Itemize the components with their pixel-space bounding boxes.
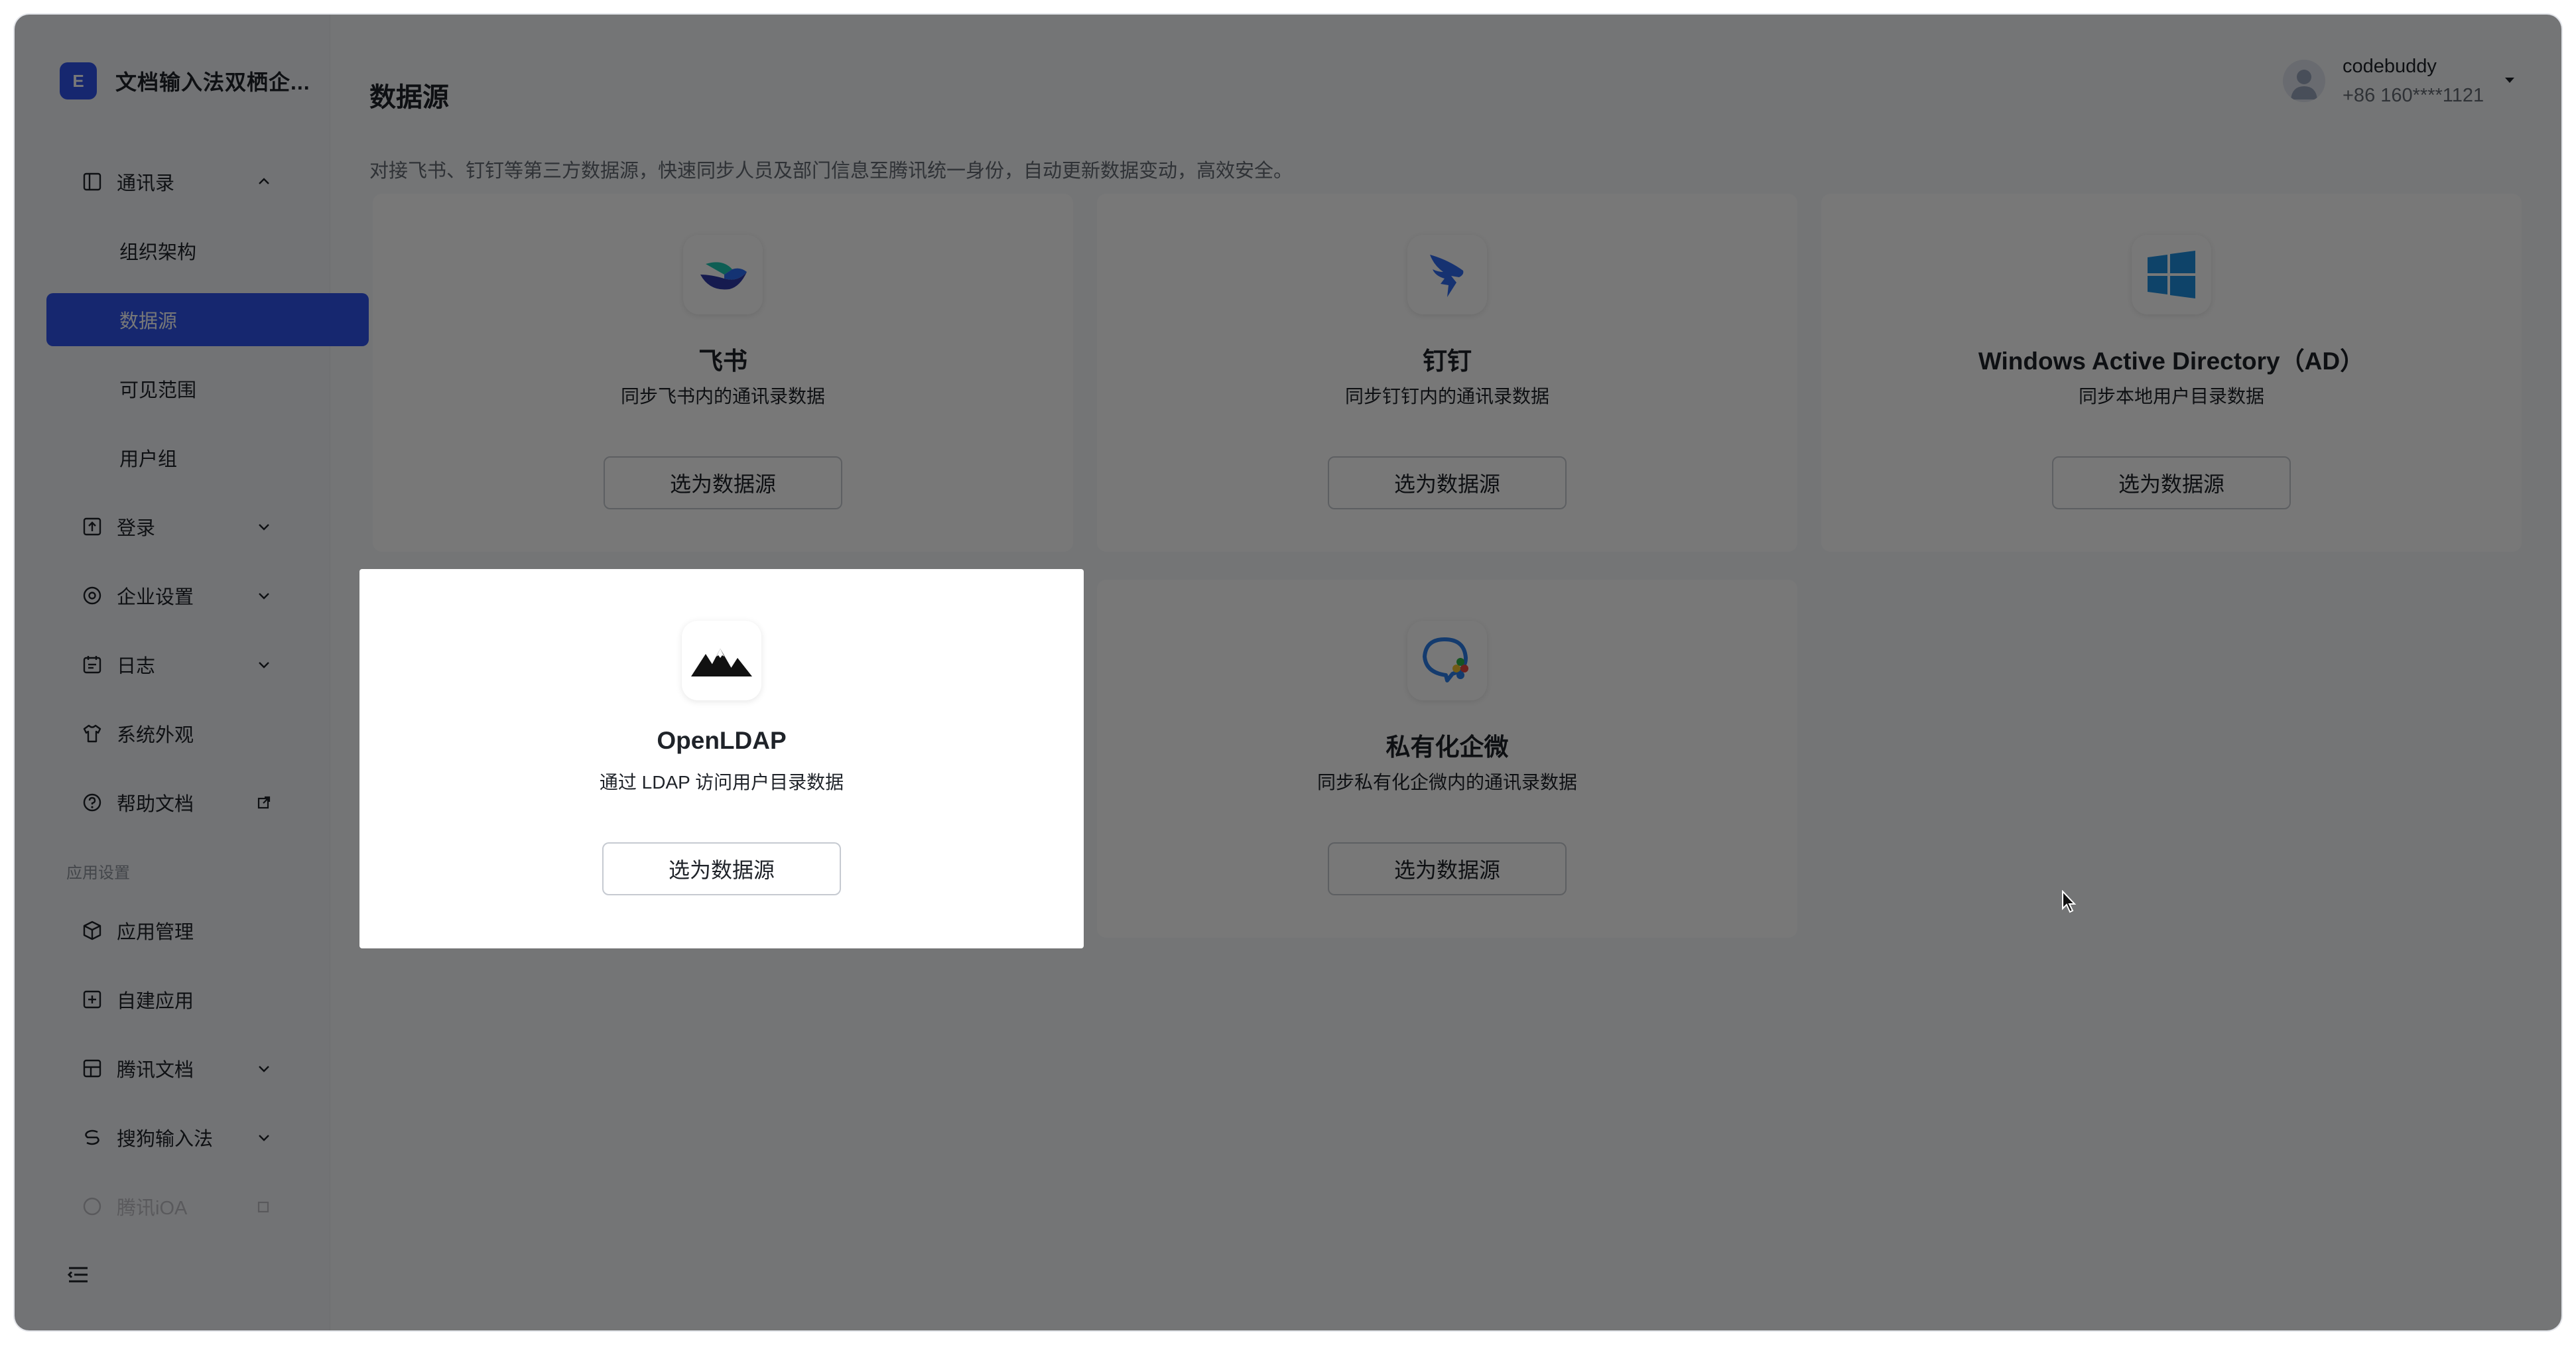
contacts-icon — [81, 170, 103, 193]
sidebar-item-label: 企业设置 — [117, 587, 194, 608]
external-link-icon — [255, 1197, 273, 1216]
sidebar-item-datasource[interactable]: 数据源 — [46, 293, 369, 346]
sidebar-item-label: 系统外观 — [117, 725, 194, 746]
sidebar-item-help[interactable]: 帮助文档 — [46, 776, 296, 829]
feishu-icon — [683, 235, 763, 314]
sidebar-item-login[interactable]: 登录 — [46, 500, 296, 553]
sidebar-item-log[interactable]: 日志 — [46, 638, 296, 691]
sogou-icon — [81, 1126, 103, 1149]
select-datasource-button[interactable]: 选为数据源 — [2052, 456, 2291, 509]
sidebar-item-visibility[interactable]: 可见范围 — [46, 362, 369, 415]
openldap-mountains-icon — [682, 621, 761, 700]
sidebar-item-sogou[interactable]: 搜狗输入法 — [46, 1111, 296, 1164]
dingtalk-icon — [1407, 235, 1487, 314]
sidebar-item-label: 通讯录 — [117, 173, 175, 194]
brand-name: 文档输入法双栖企... — [115, 70, 310, 94]
source-card-openldap: OpenLDAP 通过 LDAP 访问用户目录数据 选为数据源 — [371, 580, 1072, 938]
sidebar-item-label: 组织架构 — [119, 242, 197, 263]
sidebar-item-label: 自建应用 — [117, 991, 194, 1012]
page-title: 数据源 — [369, 83, 449, 112]
sidebar-item-label: 日志 — [117, 656, 156, 677]
caret-down-icon — [2502, 72, 2518, 88]
select-datasource-button[interactable]: 选为数据源 — [602, 842, 841, 895]
mouse-cursor-icon — [2061, 889, 2077, 917]
card-description: 同步私有化企微内的通讯录数据 — [1317, 772, 1577, 793]
sidebar-item-tencent-docs[interactable]: 腾讯文档 — [46, 1042, 296, 1095]
sidebar-item-label: 搜狗输入法 — [117, 1129, 214, 1150]
collapse-sidebar-icon[interactable] — [65, 1261, 92, 1288]
sidebar: E 文档输入法双栖企... 通讯录 组织架构 数据源 可见范围 用户组 登录 企… — [15, 15, 369, 1330]
sidebar-item-label: 可见范围 — [119, 380, 197, 401]
sidebar-item-app-manage[interactable]: 应用管理 — [46, 904, 296, 957]
user-phone: +86 160****1121 — [2343, 85, 2484, 106]
card-title: Windows Active Directory（AD） — [1978, 348, 2365, 375]
brand-logo-text: E — [72, 70, 84, 91]
brand-logo: E — [60, 62, 97, 99]
source-card-windows-ad: Windows Active Directory（AD） 同步本地用户目录数据 … — [1821, 194, 2522, 552]
app-window: E 文档输入法双栖企... 通讯录 组织架构 数据源 可见范围 用户组 登录 企… — [15, 15, 2561, 1330]
source-card-wecom: 私有化企微 同步私有化企微内的通讯录数据 选为数据源 — [1097, 580, 1797, 938]
card-title: 钉钉 — [1423, 348, 1472, 375]
login-icon — [81, 515, 103, 538]
wecom-icon — [1407, 621, 1487, 700]
sidebar-item-label: 腾讯文档 — [117, 1060, 194, 1081]
page-description: 对接飞书、钉钉等第三方数据源，快速同步人员及部门信息至腾讯统一身份，自动更新数据… — [369, 160, 1293, 182]
plus-square-icon — [81, 988, 103, 1011]
cube-icon — [81, 919, 103, 942]
ioa-icon — [81, 1195, 103, 1218]
source-card-feishu: 飞书 同步飞书内的通讯录数据 选为数据源 — [373, 194, 1073, 552]
card-title: OpenLDAP — [657, 727, 787, 754]
chevron-down-icon — [255, 517, 273, 536]
card-description: 同步飞书内的通讯录数据 — [620, 386, 825, 407]
chevron-up-icon — [255, 172, 273, 191]
select-datasource-button[interactable]: 选为数据源 — [1328, 456, 1567, 509]
chevron-down-icon — [255, 586, 273, 605]
log-icon — [81, 653, 103, 676]
card-description: 同步本地用户目录数据 — [2078, 386, 2264, 407]
shirt-icon — [81, 722, 103, 745]
source-card-dingtalk: 钉钉 同步钉钉内的通讯录数据 选为数据源 — [1097, 194, 1797, 552]
sidebar-item-label: 应用管理 — [117, 922, 194, 943]
select-datasource-button[interactable]: 选为数据源 — [1328, 842, 1567, 895]
chevron-down-icon — [255, 1059, 273, 1078]
chevron-down-icon — [255, 655, 273, 674]
windows-icon — [2132, 235, 2211, 314]
user-name: codebuddy — [2343, 56, 2437, 77]
avatar — [2283, 60, 2325, 102]
sidebar-item-label: 用户组 — [119, 449, 178, 470]
sidebar-item-appearance[interactable]: 系统外观 — [46, 707, 296, 760]
select-datasource-button[interactable]: 选为数据源 — [604, 456, 842, 509]
tencent-docs-icon — [81, 1057, 103, 1080]
card-description: 通过 LDAP 访问用户目录数据 — [599, 772, 844, 793]
external-link-icon — [255, 793, 273, 812]
sidebar-item-label: 登录 — [117, 518, 156, 539]
card-title: 私有化企微 — [1385, 734, 1509, 761]
brand[interactable]: E 文档输入法双栖企... — [60, 62, 310, 99]
sidebar-item-label: 数据源 — [119, 311, 178, 332]
sidebar-item-org[interactable]: 组织架构 — [46, 224, 369, 277]
sidebar-item-ioa[interactable]: 腾讯iOA — [46, 1180, 296, 1233]
card-title: 飞书 — [698, 348, 747, 375]
help-icon — [81, 791, 103, 814]
chevron-down-icon — [255, 1128, 273, 1147]
sidebar-item-label: 帮助文档 — [117, 794, 194, 815]
user-menu[interactable]: codebuddy +86 160****1121 — [2283, 52, 2514, 110]
sidebar-item-contacts[interactable]: 通讯录 — [46, 155, 296, 208]
sidebar-item-enterprise-settings[interactable]: 企业设置 — [46, 569, 296, 622]
settings-icon — [81, 584, 103, 607]
sidebar-item-label: 腾讯iOA — [117, 1198, 188, 1219]
card-description: 同步钉钉内的通讯录数据 — [1344, 386, 1549, 407]
spotlight-highlight: OpenLDAP 通过 LDAP 访问用户目录数据 选为数据源 — [359, 569, 1084, 948]
sidebar-item-custom-app[interactable]: 自建应用 — [46, 973, 296, 1026]
section-title: 应用设置 — [66, 864, 130, 882]
sidebar-item-usergroup[interactable]: 用户组 — [46, 431, 369, 484]
